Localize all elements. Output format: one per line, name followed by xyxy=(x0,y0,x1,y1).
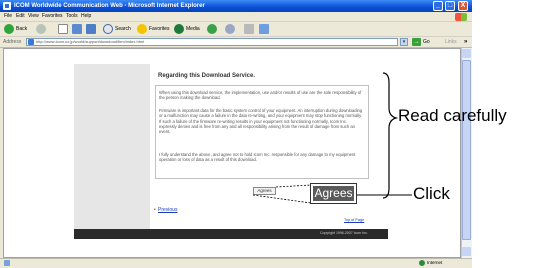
read-carefully-bracket xyxy=(382,72,399,199)
read-carefully-label: Read carefully xyxy=(398,106,507,125)
zoom-line-lower xyxy=(252,194,312,204)
zoomed-agrees-button: Agrees xyxy=(310,183,357,204)
zoom-line-upper xyxy=(275,184,312,188)
click-label: Click xyxy=(413,184,450,203)
callout-lines xyxy=(252,72,412,204)
